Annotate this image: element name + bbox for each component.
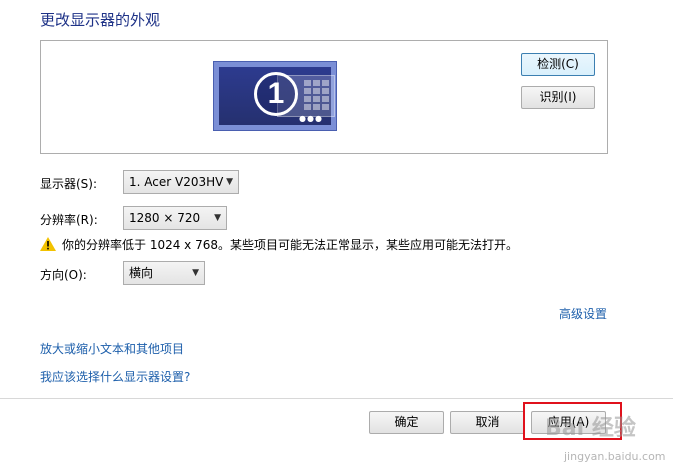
- page-title: 更改显示器的外观: [40, 11, 161, 29]
- chevron-down-icon: ▼: [226, 177, 233, 187]
- resolution-label: 分辨率(R):: [40, 213, 98, 227]
- watermark-url: jingyan.baidu.com: [564, 450, 666, 463]
- advanced-settings-link[interactable]: 高级设置: [559, 305, 607, 322]
- display-label: 显示器(S):: [40, 177, 98, 191]
- detect-button[interactable]: 检测(C): [521, 53, 595, 76]
- cancel-button[interactable]: 取消: [450, 411, 525, 434]
- monitor-screen: 1 ●●●: [219, 67, 335, 125]
- monitor-1-tile[interactable]: 1 ●●●: [213, 61, 337, 131]
- footer-divider: [0, 398, 673, 399]
- resolution-select-value: 1280 × 720: [129, 211, 201, 225]
- identify-button[interactable]: 识别(I): [521, 86, 595, 109]
- warning-icon: [40, 237, 56, 251]
- resolution-warning-text: 你的分辨率低于 1024 x 768。某些项目可能无法正常显示，某些应用可能无法…: [62, 238, 518, 252]
- display-select-value: 1. Acer V203HV: [129, 175, 224, 189]
- orientation-select[interactable]: 横向 ▼: [123, 261, 205, 285]
- display-settings-page: 更改显示器的外观 1 ●●● 检测(C) 识别(I) 显示器(S): 1. Ac…: [0, 0, 673, 475]
- display-select[interactable]: 1. Acer V203HV ▼: [123, 170, 239, 194]
- dots-icon: ●●●: [299, 114, 323, 123]
- which-settings-link[interactable]: 我应该选择什么显示器设置?: [40, 368, 190, 385]
- chevron-down-icon: ▼: [192, 268, 199, 278]
- watermark-logo: Bai 经验: [545, 416, 636, 441]
- orientation-select-value: 横向: [129, 266, 154, 280]
- orientation-label: 方向(O):: [40, 268, 87, 282]
- text-size-link[interactable]: 放大或缩小文本和其他项目: [40, 340, 184, 357]
- resolution-select[interactable]: 1280 × 720 ▼: [123, 206, 227, 230]
- monitor-number: 1: [254, 72, 298, 116]
- chevron-down-icon: ▼: [214, 213, 221, 223]
- ok-button[interactable]: 确定: [369, 411, 444, 434]
